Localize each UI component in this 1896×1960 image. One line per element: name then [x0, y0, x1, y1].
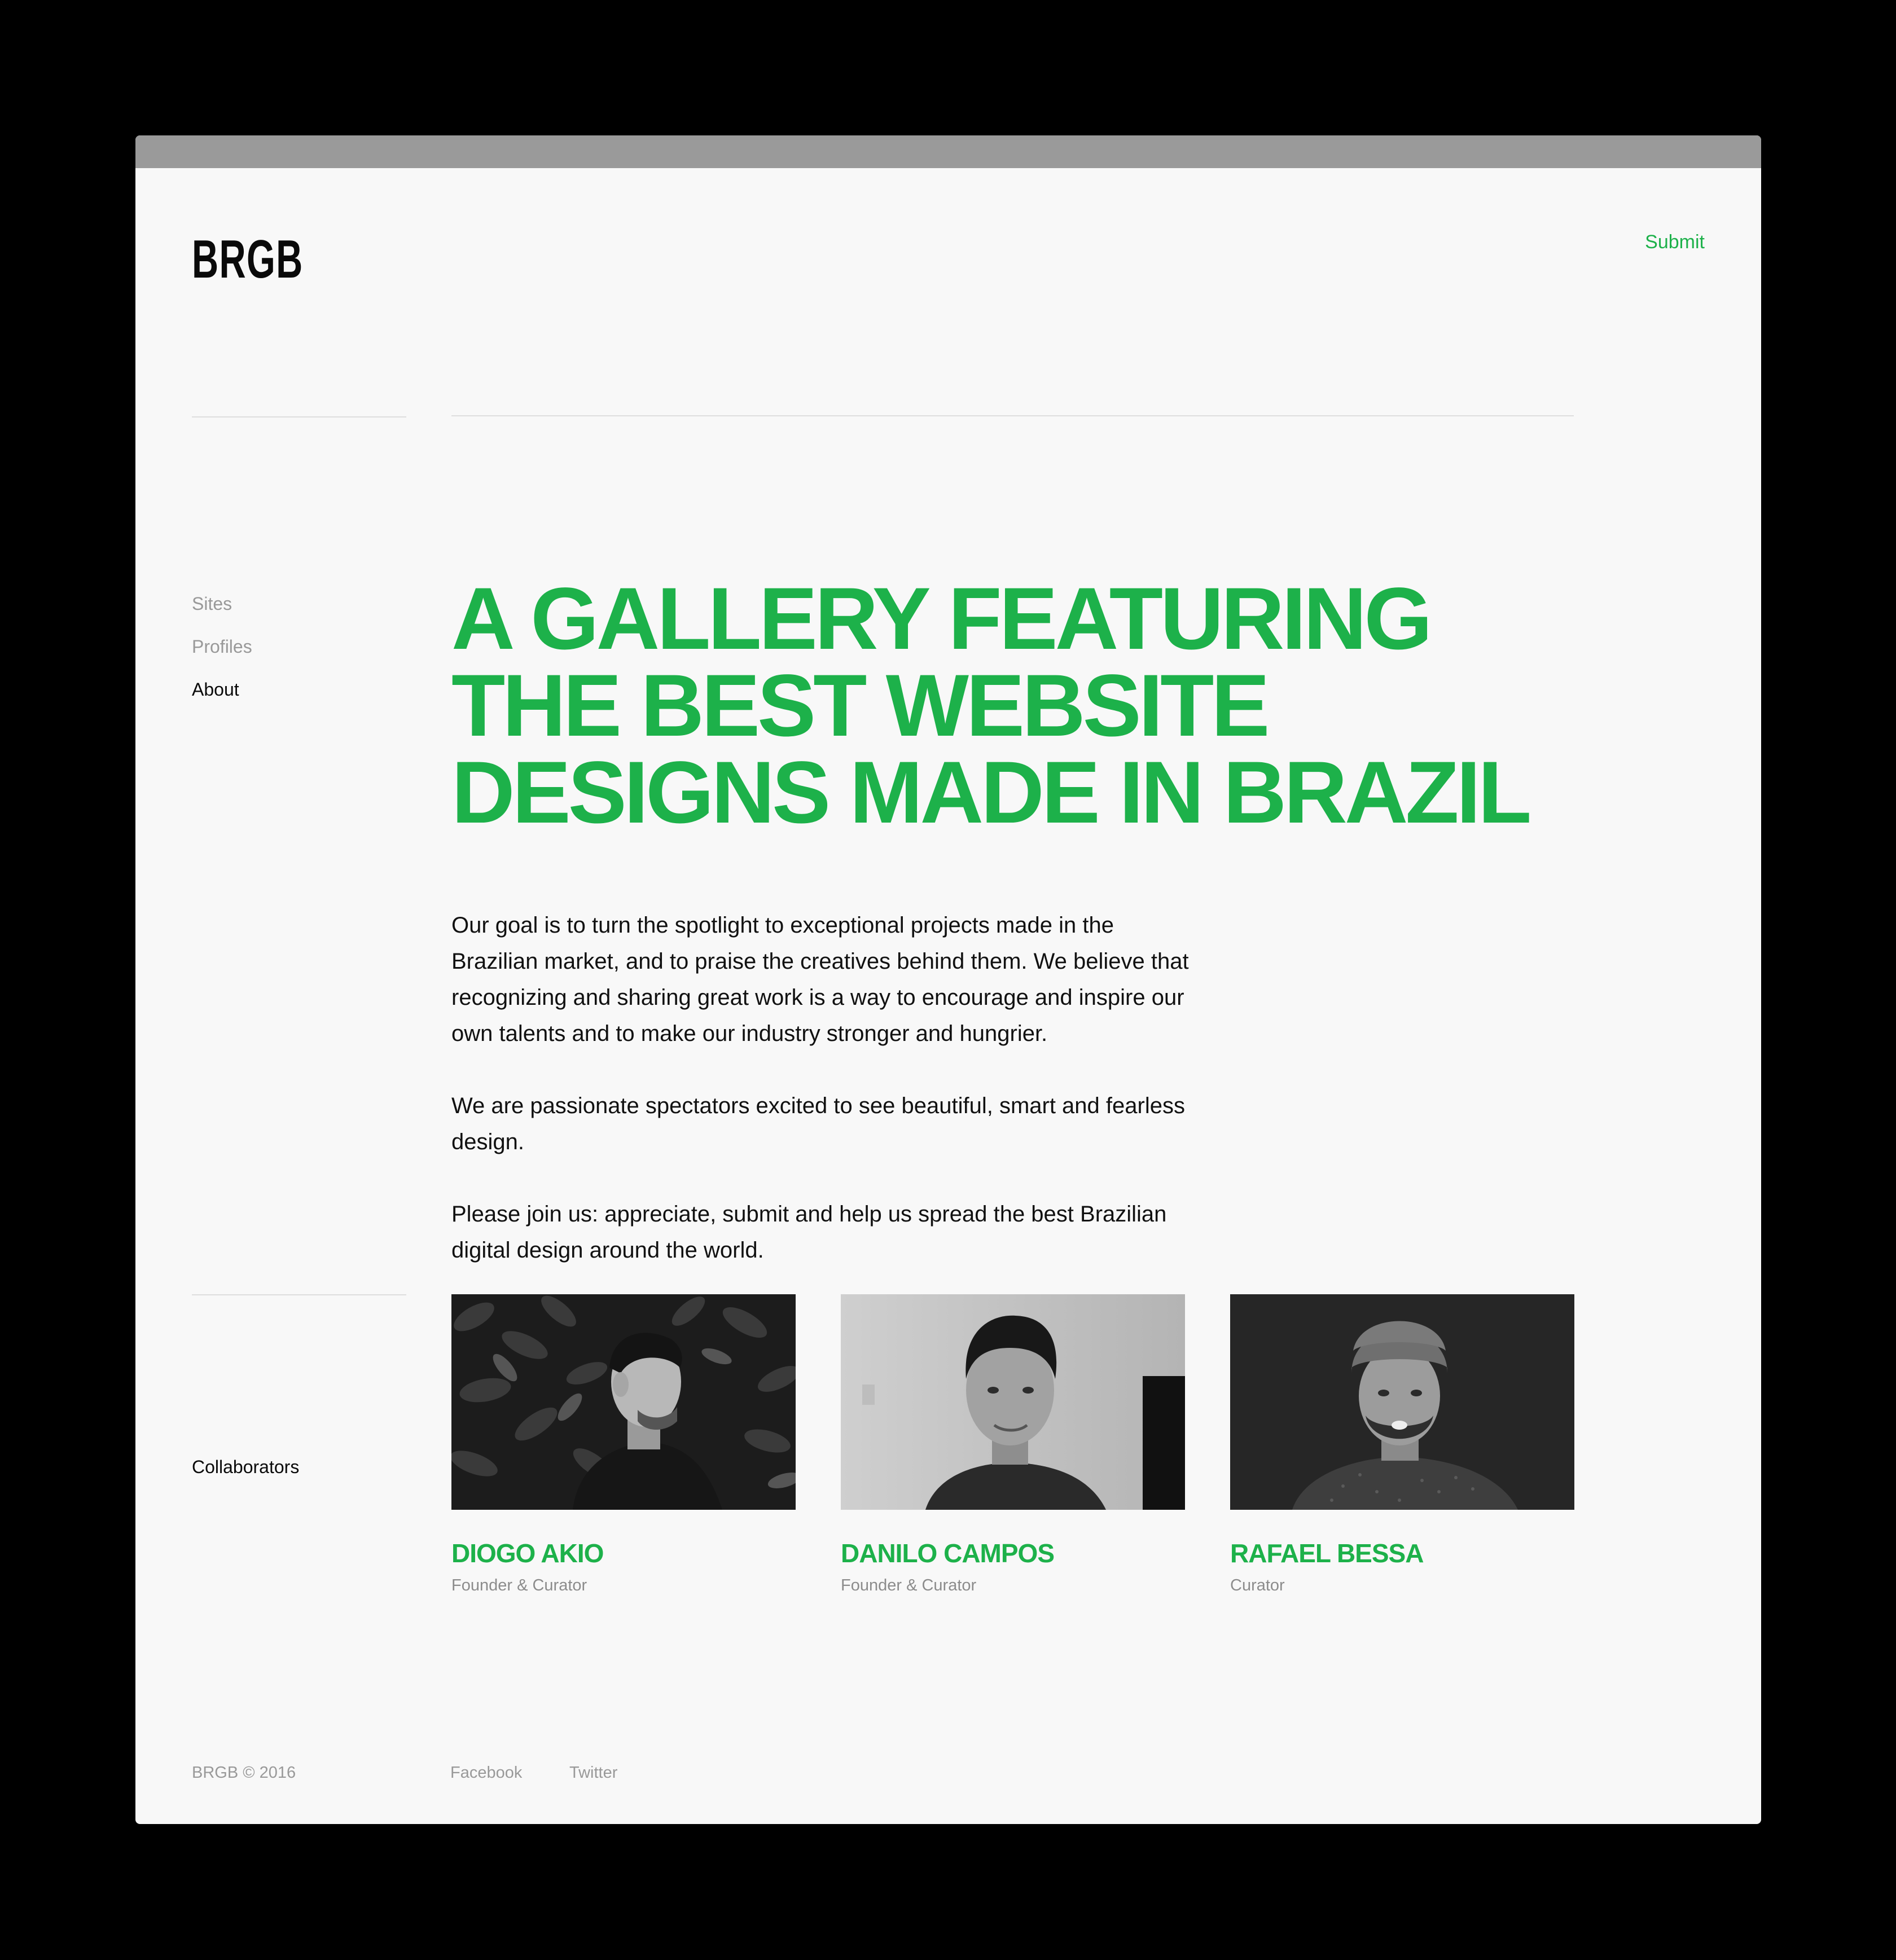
- intro-paragraph: We are passionate spectators excited to …: [451, 1093, 1185, 1154]
- collaborator-card[interactable]: RAFAEL BESSA Curator: [1230, 1294, 1574, 1594]
- nav-item-sites[interactable]: Sites: [192, 582, 252, 625]
- collaborator-role: Curator: [1230, 1576, 1285, 1594]
- collaborator-photo: [1230, 1294, 1574, 1510]
- collaborator-role: Founder & Curator: [841, 1576, 977, 1594]
- browser-window: BRGB Submit Sites Profiles About A GALLE…: [135, 135, 1761, 1824]
- collaborator-card[interactable]: DANILO CAMPOS Founder & Curator: [841, 1294, 1185, 1594]
- intro-paragraph: Please join us: appreciate, submit and h…: [451, 1202, 1167, 1263]
- intro-paragraph: Our goal is to turn the spotlight to exc…: [451, 913, 1189, 1046]
- window-titlebar[interactable]: [135, 135, 1761, 168]
- headline-line: THE BEST WEBSITE: [451, 657, 1270, 755]
- collaborator-role: Founder & Curator: [451, 1576, 587, 1594]
- collaborators-heading: Collaborators: [192, 1457, 300, 1477]
- footer-link-facebook[interactable]: Facebook: [450, 1764, 522, 1782]
- page-headline: A GALLERY FEATURING THE BEST WEBSITE DES…: [451, 570, 1580, 842]
- footer-copyright: BRGB © 2016: [192, 1764, 296, 1782]
- headline-line: A GALLERY FEATURING: [451, 570, 1433, 668]
- footer-link-twitter[interactable]: Twitter: [569, 1764, 617, 1782]
- submit-link[interactable]: Submit: [1645, 231, 1705, 253]
- sidebar-nav: Sites Profiles About: [192, 582, 252, 711]
- nav-divider: [192, 416, 406, 418]
- collaborator-photo: [841, 1294, 1185, 1510]
- site-logo[interactable]: BRGB: [192, 232, 304, 287]
- intro-text: Our goal is to turn the spotlight to exc…: [451, 907, 1196, 1304]
- collaborator-name[interactable]: DIOGO AKIO: [451, 1540, 796, 1566]
- collaborator-name[interactable]: RAFAEL BESSA: [1230, 1540, 1574, 1566]
- collaborators-divider: [192, 1294, 406, 1295]
- collaborator-card[interactable]: DIOGO AKIO Founder & Curator: [451, 1294, 796, 1594]
- hero-divider: [451, 415, 1574, 416]
- collaborator-name[interactable]: DANILO CAMPOS: [841, 1540, 1185, 1566]
- nav-item-profiles[interactable]: Profiles: [192, 625, 252, 668]
- headline-line: DESIGNS MADE IN BRAZIL: [451, 744, 1531, 842]
- nav-item-about[interactable]: About: [192, 668, 252, 711]
- collaborator-photo: [451, 1294, 796, 1510]
